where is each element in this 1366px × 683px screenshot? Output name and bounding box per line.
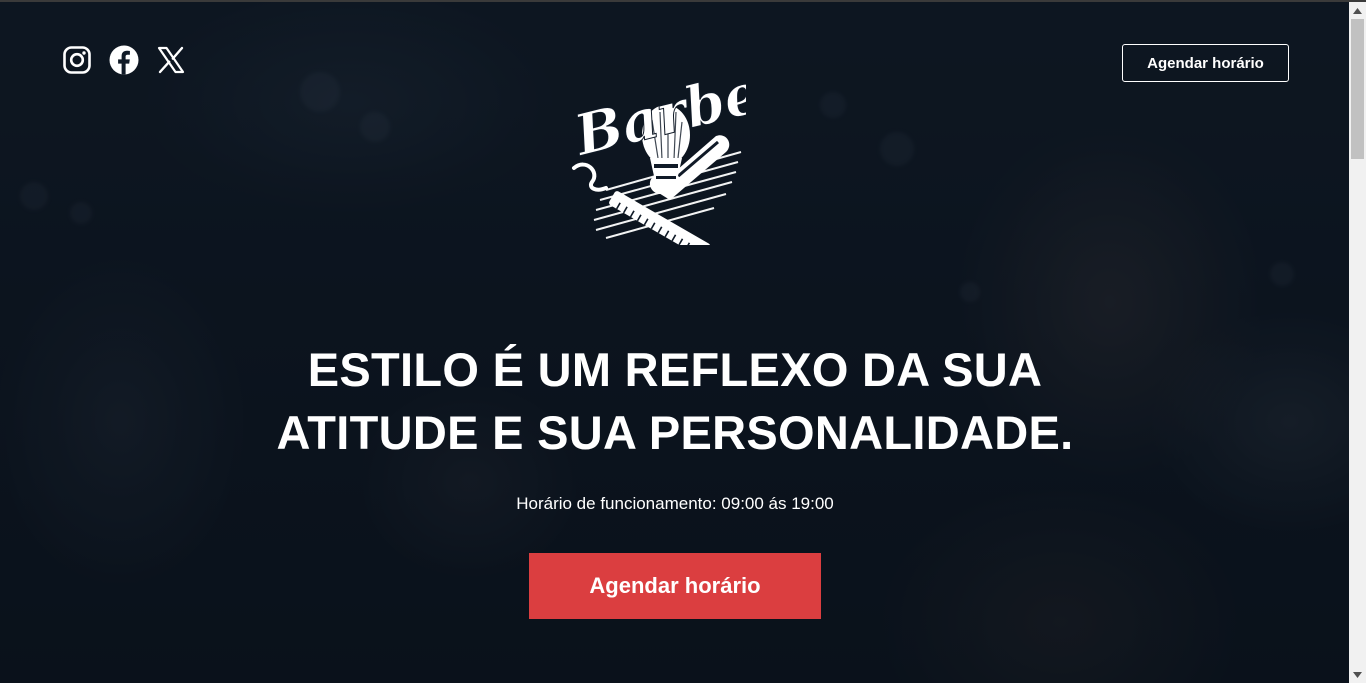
x-twitter-link[interactable] (156, 45, 186, 75)
hero-headline-line-2: ATITUDE E SUA PERSONALIDADE. (276, 406, 1074, 459)
page: Barber Agendar horário ESTILO É UM REFLE… (0, 0, 1366, 683)
opening-hours: Horário de funcionamento: 09:00 ás 19:00 (516, 494, 834, 513)
chevron-up-icon (1353, 7, 1362, 14)
vertical-scrollbar[interactable] (1349, 2, 1366, 683)
facebook-link[interactable] (109, 45, 139, 75)
scroll-down-arrow[interactable] (1349, 666, 1366, 683)
social-links (62, 45, 186, 75)
barber-logo-icon: Barber (566, 51, 799, 258)
scroll-up-arrow[interactable] (1349, 2, 1366, 19)
barber-logo[interactable]: Barber (566, 40, 799, 258)
facebook-icon (109, 45, 139, 75)
hero-schedule-button[interactable]: Agendar horário (529, 553, 821, 619)
instagram-icon (63, 46, 91, 74)
instagram-link[interactable] (62, 45, 92, 75)
hero-headline-line-1: ESTILO É UM REFLEXO DA SUA (307, 343, 1043, 396)
window-top-border (0, 0, 1366, 2)
hero-headline: ESTILO É UM REFLEXO DA SUA ATITUDE E SUA… (200, 338, 1150, 464)
scrollbar-thumb[interactable] (1351, 19, 1364, 159)
x-twitter-icon (157, 46, 185, 74)
header-schedule-button[interactable]: Agendar horário (1122, 44, 1289, 82)
chevron-down-icon (1353, 671, 1362, 678)
